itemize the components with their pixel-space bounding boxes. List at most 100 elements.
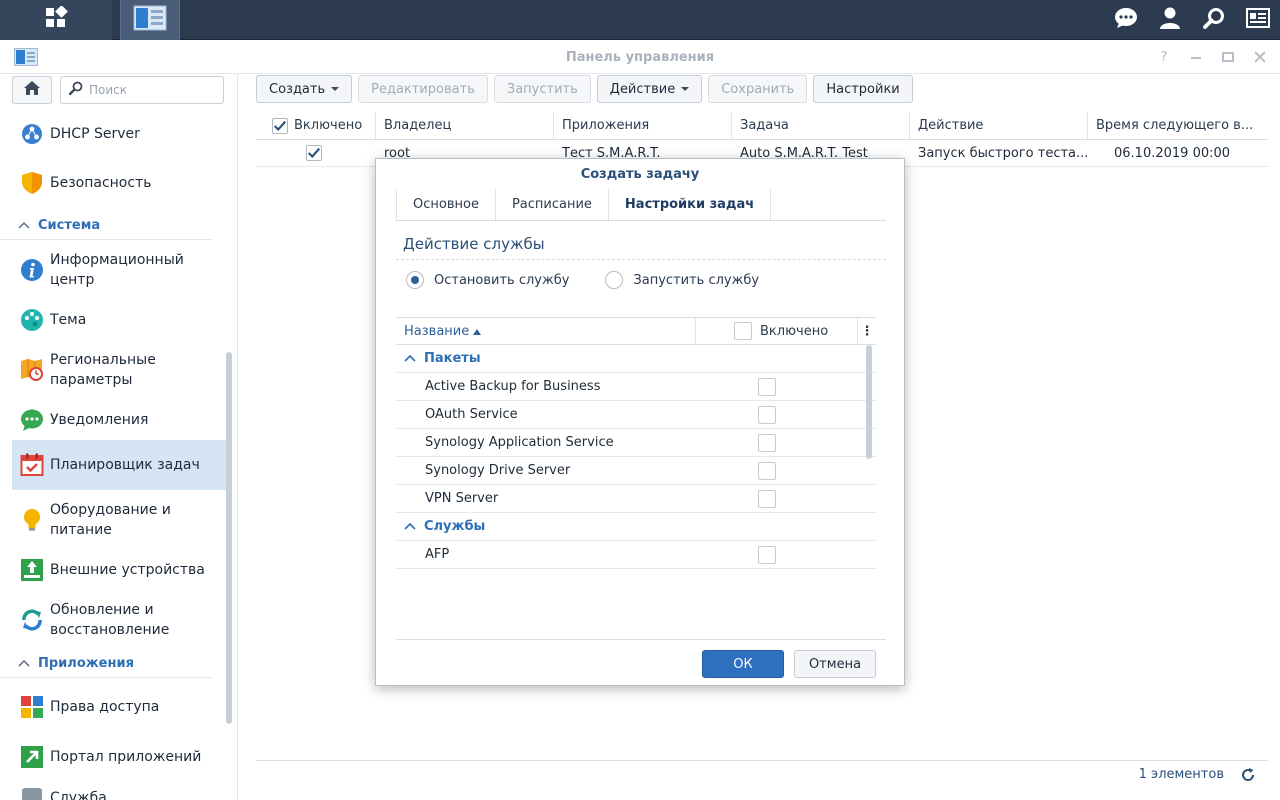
radio-unselected-icon[interactable] bbox=[605, 271, 624, 289]
list-item[interactable]: VPN Server bbox=[396, 485, 876, 513]
close-icon[interactable] bbox=[1250, 47, 1270, 67]
dhcp-icon bbox=[20, 122, 44, 146]
sidebar-item-privileges[interactable]: Права доступа bbox=[0, 678, 226, 736]
service-enable-checkbox[interactable] bbox=[758, 489, 776, 508]
calendar-icon bbox=[20, 453, 44, 477]
window-header: Панель управления ? bbox=[0, 40, 1280, 74]
regional-icon bbox=[20, 358, 44, 382]
help-icon[interactable]: ? bbox=[1154, 47, 1174, 67]
widgets-button[interactable] bbox=[1236, 0, 1280, 40]
action-button[interactable]: Действие bbox=[596, 75, 703, 103]
section-title: Действие службы bbox=[403, 235, 545, 253]
service-name: AFP bbox=[425, 547, 450, 562]
cell-enabled[interactable] bbox=[256, 140, 376, 166]
column-task[interactable]: Задача bbox=[732, 112, 910, 139]
chat-button[interactable] bbox=[1104, 0, 1148, 40]
sidebar-scrollbar[interactable] bbox=[226, 352, 232, 724]
column-action[interactable]: Действие bbox=[910, 112, 1088, 139]
group-packages[interactable]: Пакеты bbox=[396, 345, 876, 373]
user-button[interactable] bbox=[1148, 0, 1192, 40]
sidebar-item-dhcp-server[interactable]: DHCP Server bbox=[0, 114, 226, 154]
radio-stop-service[interactable]: Остановить службу bbox=[406, 271, 569, 289]
sidebar-group-label: Система bbox=[38, 218, 101, 233]
service-enable-checkbox[interactable] bbox=[758, 545, 776, 564]
list-item[interactable]: Synology Drive Server bbox=[396, 457, 876, 485]
list-item[interactable]: Active Backup for Business bbox=[396, 373, 876, 401]
service-name: VPN Server bbox=[425, 491, 499, 506]
select-all-checkbox[interactable] bbox=[272, 117, 288, 134]
list-item[interactable]: AFP bbox=[396, 541, 876, 569]
home-button[interactable] bbox=[12, 76, 52, 104]
main-menu-button[interactable] bbox=[0, 0, 112, 40]
edit-button[interactable]: Редактировать bbox=[358, 75, 488, 103]
column-enabled[interactable]: Включено bbox=[696, 318, 858, 344]
refresh-icon[interactable] bbox=[1240, 767, 1256, 783]
column-applications[interactable]: Приложения bbox=[554, 112, 732, 139]
run-button-label: Запустить bbox=[506, 81, 578, 97]
sidebar-item-hardware-power[interactable]: Оборудование и питание bbox=[0, 490, 226, 550]
sidebar-search-input[interactable] bbox=[89, 83, 209, 97]
sidebar-item-info-center[interactable]: Информационный центр bbox=[0, 240, 226, 300]
toolbar: Создать Редактировать Запустить Действие… bbox=[256, 75, 913, 103]
service-enable-checkbox[interactable] bbox=[758, 405, 776, 424]
column-menu-icon[interactable]: ⋮ bbox=[858, 318, 876, 344]
column-owner[interactable]: Владелец bbox=[376, 112, 554, 139]
tab-general[interactable]: Основное bbox=[396, 189, 496, 220]
sidebar-item-theme[interactable]: Тема bbox=[0, 300, 226, 340]
select-all-checkbox[interactable] bbox=[734, 322, 752, 340]
tab-task-settings[interactable]: Настройки задач bbox=[609, 189, 772, 220]
service-enable-checkbox[interactable] bbox=[758, 461, 776, 480]
tab-schedule[interactable]: Расписание bbox=[496, 189, 609, 220]
sidebar-group-applications[interactable]: Приложения bbox=[0, 650, 212, 678]
group-label: Службы bbox=[424, 518, 486, 534]
service-enable-checkbox[interactable] bbox=[758, 433, 776, 452]
minimize-icon[interactable] bbox=[1186, 47, 1206, 67]
row-enabled-checkbox[interactable] bbox=[306, 145, 322, 161]
service-name: OAuth Service bbox=[425, 407, 518, 422]
external-device-icon bbox=[20, 558, 44, 582]
service-name: Synology Application Service bbox=[425, 435, 614, 450]
cell-action: Запуск быстрого теста... bbox=[918, 146, 1088, 161]
save-button[interactable]: Сохранить bbox=[708, 75, 808, 103]
list-item[interactable]: OAuth Service bbox=[396, 401, 876, 429]
radio-start-service[interactable]: Запустить службу bbox=[605, 271, 759, 289]
chevron-up-icon bbox=[18, 657, 30, 670]
column-next-run[interactable]: Время следующего в... bbox=[1088, 112, 1268, 139]
ok-button[interactable]: ОК bbox=[702, 650, 784, 678]
column-name[interactable]: Название bbox=[396, 318, 696, 344]
shield-icon bbox=[20, 171, 44, 195]
sidebar-group-system[interactable]: Система bbox=[0, 212, 212, 240]
list-item[interactable]: Synology Application Service bbox=[396, 429, 876, 457]
taskbar bbox=[0, 0, 1280, 40]
chevron-up-icon bbox=[18, 219, 30, 232]
sidebar-item-label: Планировщик задач bbox=[50, 457, 200, 473]
radio-label: Запустить службу bbox=[633, 272, 760, 288]
column-label: Владелец bbox=[384, 118, 452, 133]
sidebar-item-service[interactable]: Служба bbox=[0, 778, 226, 800]
service-enable-checkbox[interactable] bbox=[758, 377, 776, 396]
search-icon bbox=[68, 81, 83, 99]
sidebar-item-app-portal[interactable]: Портал приложений bbox=[0, 736, 226, 778]
radio-selected-icon[interactable] bbox=[406, 271, 424, 289]
sidebar-item-external-devices[interactable]: Внешние устройства bbox=[0, 550, 226, 590]
sidebar-item-label: Региональные параметры bbox=[50, 352, 156, 388]
maximize-icon[interactable] bbox=[1218, 47, 1238, 67]
search-button[interactable] bbox=[1192, 0, 1236, 40]
service-action-radios: Остановить службу Запустить службу bbox=[406, 271, 759, 289]
create-button[interactable]: Создать bbox=[256, 75, 353, 103]
sidebar-item-notifications[interactable]: Уведомления bbox=[0, 400, 226, 440]
chevron-down-icon bbox=[331, 87, 340, 91]
sidebar-item-security[interactable]: Безопасность bbox=[0, 154, 226, 212]
cancel-button[interactable]: Отмена bbox=[794, 650, 876, 678]
settings-button[interactable]: Настройки bbox=[813, 75, 913, 103]
control-panel-taskbar-button[interactable] bbox=[120, 0, 180, 40]
sidebar-search[interactable] bbox=[60, 76, 224, 104]
group-services[interactable]: Службы bbox=[396, 513, 876, 541]
sidebar-item-task-scheduler[interactable]: Планировщик задач bbox=[12, 440, 226, 490]
sidebar-item-label: Служба bbox=[50, 790, 107, 800]
services-scrollbar[interactable] bbox=[866, 345, 872, 459]
sidebar-item-update-restore[interactable]: Обновление и восстановление bbox=[0, 590, 226, 650]
sidebar-item-regional[interactable]: Региональные параметры bbox=[0, 340, 226, 400]
run-button[interactable]: Запустить bbox=[493, 75, 591, 103]
column-enabled[interactable]: Включено bbox=[256, 112, 376, 139]
